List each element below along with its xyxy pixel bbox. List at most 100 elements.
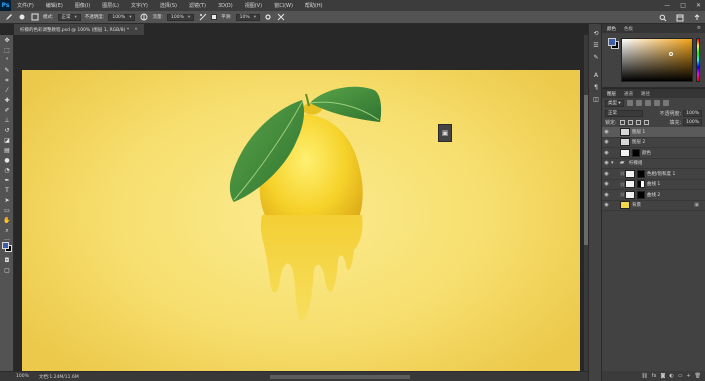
- layer-row[interactable]: ◉ 图层 2: [602, 138, 705, 148]
- close-tab-icon[interactable]: ×: [134, 27, 138, 32]
- visibility-eye-icon[interactable]: ◉: [602, 129, 611, 135]
- dodge-tool-icon[interactable]: ◔: [2, 167, 12, 175]
- layer-row[interactable]: ◉ 图层 1: [602, 127, 705, 138]
- layer-filter-select[interactable]: 类型 ▾: [605, 99, 624, 107]
- brush-tool-icon[interactable]: [4, 13, 13, 22]
- flow-input[interactable]: 100% ▾: [167, 13, 195, 21]
- layer-style-icon[interactable]: fx: [652, 373, 657, 379]
- marquee-tool-icon[interactable]: ⬚: [2, 47, 12, 55]
- lasso-tool-icon[interactable]: ᐤ: [2, 57, 12, 65]
- brush-settings-icon[interactable]: [30, 13, 39, 22]
- layer-opacity-input[interactable]: 100%: [683, 109, 702, 117]
- document-canvas[interactable]: [22, 70, 580, 371]
- menu-layer[interactable]: 图层(L): [96, 2, 125, 9]
- horizontal-scrollbar[interactable]: [270, 375, 410, 379]
- visibility-eye-icon[interactable]: ◉: [602, 150, 611, 156]
- smoothing-settings-icon[interactable]: [264, 13, 273, 22]
- filter-pixel-icon[interactable]: [626, 100, 633, 106]
- tab-swatches[interactable]: 色板: [624, 26, 633, 32]
- visibility-eye-icon[interactable]: ◉: [602, 192, 611, 198]
- lock-transparent-icon[interactable]: [619, 119, 625, 125]
- healing-brush-tool-icon[interactable]: ✚: [2, 97, 12, 105]
- canvas-area[interactable]: ▣: [14, 35, 588, 371]
- menu-type[interactable]: 文字(Y): [125, 2, 154, 9]
- layer-row[interactable]: ◉ 背景 ▣: [602, 201, 705, 211]
- link-layers-icon[interactable]: ⛓: [641, 373, 647, 379]
- visibility-eye-icon[interactable]: ◉: [602, 160, 611, 166]
- fill-input[interactable]: 100%: [683, 118, 702, 126]
- blend-mode-select[interactable]: 正常: [605, 109, 643, 117]
- filter-shape-icon[interactable]: [653, 100, 660, 106]
- zoom-tool-icon[interactable]: ⌕: [2, 227, 12, 235]
- layer-row[interactable]: ◉ ⛓ 色相/饱和度 1: [602, 169, 705, 180]
- minimize-icon[interactable]: —: [664, 2, 670, 9]
- adjustment-layer-icon[interactable]: ◐: [669, 373, 673, 379]
- brush-panel-icon[interactable]: ✎: [591, 54, 601, 62]
- gradient-tool-icon[interactable]: ▤: [2, 147, 12, 155]
- tab-color[interactable]: 颜色: [607, 26, 616, 32]
- brush-preset-icon[interactable]: [17, 13, 26, 22]
- menu-3d[interactable]: 3D(D): [212, 3, 239, 9]
- color-picker-field[interactable]: [621, 38, 693, 82]
- share-icon[interactable]: [692, 13, 701, 22]
- floating-panel-button[interactable]: ▣: [438, 124, 452, 142]
- lock-all-icon[interactable]: [643, 119, 649, 125]
- menu-window[interactable]: 窗口(W): [268, 2, 299, 9]
- maximize-icon[interactable]: □: [680, 2, 686, 9]
- foreground-color-swatch[interactable]: [2, 242, 9, 249]
- menu-help[interactable]: 帮助(H): [299, 2, 329, 9]
- clone-stamp-tool-icon[interactable]: ⊥: [2, 117, 12, 125]
- color-picker-marker[interactable]: [669, 52, 673, 56]
- menu-select[interactable]: 选择(S): [154, 2, 183, 9]
- opacity-input[interactable]: 100% ▾: [108, 13, 136, 21]
- history-brush-tool-icon[interactable]: ↺: [2, 127, 12, 135]
- new-layer-icon[interactable]: +: [686, 373, 690, 379]
- crop-tool-icon[interactable]: ⌗: [2, 77, 12, 85]
- layer-group-row[interactable]: ◉ ▾ ▰ 柠檬组: [602, 159, 705, 169]
- properties-panel-icon[interactable]: ☰: [591, 42, 601, 50]
- menu-filter[interactable]: 滤镜(T): [183, 2, 212, 9]
- panel-menu-icon[interactable]: ≡: [697, 25, 701, 31]
- brush-tool-icon[interactable]: ✐: [2, 107, 12, 115]
- eyedropper-tool-icon[interactable]: ⁄: [2, 87, 12, 95]
- delete-layer-icon[interactable]: 🗑: [695, 373, 701, 379]
- visibility-eye-icon[interactable]: ◉: [602, 202, 611, 208]
- character-panel-icon[interactable]: A: [591, 72, 601, 80]
- visibility-eye-icon[interactable]: ◉: [602, 181, 611, 187]
- blur-tool-icon[interactable]: ●: [2, 157, 12, 165]
- history-panel-icon[interactable]: ⟲: [591, 30, 601, 38]
- lock-pixels-icon[interactable]: [627, 119, 633, 125]
- tab-channels[interactable]: 通道: [624, 91, 633, 97]
- paragraph-panel-icon[interactable]: ¶: [591, 84, 601, 92]
- path-selection-tool-icon[interactable]: ➤: [2, 197, 12, 205]
- layer-row[interactable]: ◉ ⛓ 曲线 2: [602, 190, 705, 201]
- layer-row[interactable]: ◉ 颜色: [602, 148, 705, 159]
- mode-select[interactable]: 正常 ▾: [57, 13, 81, 21]
- close-icon[interactable]: ✕: [696, 2, 701, 9]
- quick-select-tool-icon[interactable]: ✎: [2, 67, 12, 75]
- filter-smart-icon[interactable]: [662, 100, 669, 106]
- eraser-tool-icon[interactable]: ◪: [2, 137, 12, 145]
- menu-edit[interactable]: 编辑(E): [40, 2, 69, 9]
- visibility-eye-icon[interactable]: ◉: [602, 171, 611, 177]
- smoothing-checkbox[interactable]: [211, 14, 218, 20]
- tab-layers[interactable]: 图层: [607, 91, 616, 97]
- new-group-icon[interactable]: ▭: [678, 373, 683, 379]
- move-tool-icon[interactable]: ✥: [2, 37, 12, 45]
- foreground-color-swatch[interactable]: [608, 38, 616, 46]
- filter-adjustment-icon[interactable]: [635, 100, 642, 106]
- layer-row[interactable]: ◉ ⛓ 曲线 1: [602, 180, 705, 190]
- smooth-input[interactable]: 10% ▾: [235, 13, 260, 21]
- pressure-opacity-icon[interactable]: [139, 13, 148, 22]
- hue-slider[interactable]: [696, 38, 700, 82]
- filter-type-icon[interactable]: [644, 100, 651, 106]
- menu-image[interactable]: 图像(I): [69, 2, 96, 9]
- rectangle-tool-icon[interactable]: ▭: [2, 207, 12, 215]
- document-tab[interactable]: 柠檬的色彩调整教程.psd @ 100% (图层 1, RGB/8) * ×: [14, 24, 144, 35]
- zoom-level[interactable]: 100%: [16, 374, 29, 379]
- lock-position-icon[interactable]: [635, 119, 641, 125]
- airbrush-icon[interactable]: [198, 13, 207, 22]
- symmetry-icon[interactable]: [277, 13, 286, 22]
- search-icon[interactable]: [658, 13, 667, 22]
- menu-view[interactable]: 视图(V): [239, 2, 268, 9]
